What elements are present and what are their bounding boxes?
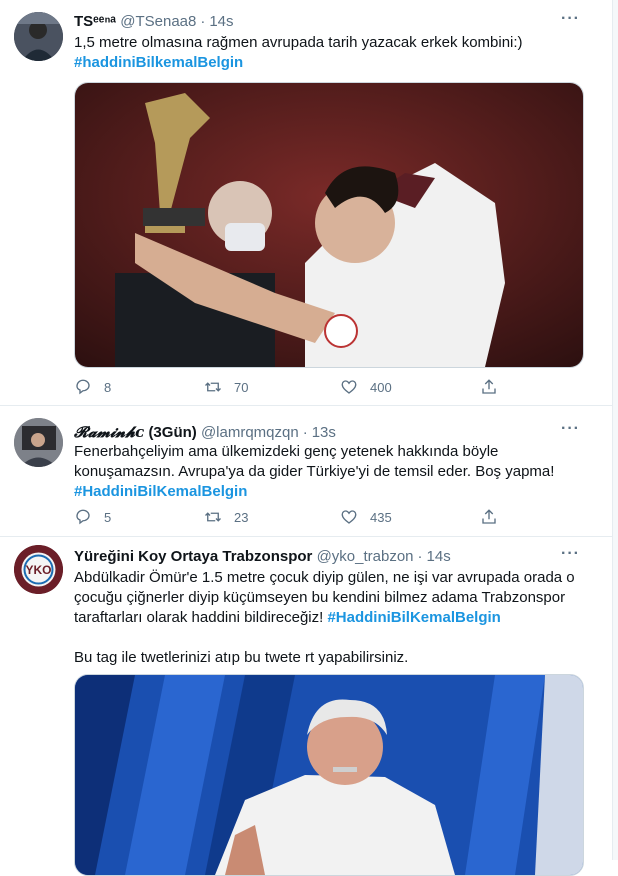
like-button[interactable]: 435 [340,508,392,526]
separator-dot: · [302,424,308,441]
tweet-header: 𝓡𝓪𝓶𝓲𝓷𝓱ᴄ (3Gün) @lamrqmqzqn · 13s [74,422,336,443]
display-name[interactable]: Yüreğini Koy Ortaya Trabzonspor [74,548,312,565]
tweet-text-line: çocuğu çiğnerler diyip küçümseyen bu ken… [74,589,566,606]
reply-icon [76,509,90,525]
tweet-text: Fenerbahçeliyim ama ülkemizdeki genç yet… [74,442,584,502]
share-icon [482,379,496,394]
avatar[interactable] [14,12,63,61]
share-button[interactable] [480,508,510,526]
user-handle[interactable]: @lamrqmqzqn [201,424,299,441]
avatar-logo-text: YKO [25,563,51,577]
avatar[interactable] [14,418,63,467]
tweet-actions: 5 23 435 [74,508,496,528]
more-options-icon[interactable]: ··· [561,10,580,28]
display-name[interactable]: 𝓡𝓪𝓶𝓲𝓷𝓱ᴄ (3Gün) [74,423,197,441]
display-name[interactable]: TSᵉᵉⁿᵃ [74,13,116,30]
timestamp[interactable]: 13s [312,424,336,441]
reply-count: 8 [104,379,112,395]
tweet[interactable]: YKO Yüreğini Koy Ortaya Trabzonspor @yko… [0,537,612,876]
reply-icon [76,379,90,395]
retweet-button[interactable]: 70 [204,378,248,396]
tweet-actions: 8 70 400 [74,378,496,398]
tweet-image[interactable] [74,674,584,876]
reply-button[interactable]: 5 [74,508,111,526]
retweet-icon [205,382,221,392]
scrollbar[interactable] [613,0,618,860]
tweet-text-line: taraftarları olarak haddini bildireceğiz… [74,609,501,626]
share-icon [482,509,496,524]
user-handle[interactable]: @TSenaa8 [120,13,196,30]
retweet-button[interactable]: 23 [204,508,248,526]
heart-icon [341,510,357,524]
avatar[interactable]: YKO [14,545,63,594]
tweet-text-line: Bu tag ile twetlerinizi atıp bu twete rt… [74,649,409,666]
hashtag-link[interactable]: #haddiniBilkemalBelgin [74,53,584,73]
share-button[interactable] [480,378,510,396]
more-options-icon[interactable]: ··· [561,420,580,438]
separator-dot: · [417,548,423,565]
tweet-text-line: 1,5 metre olmasına rağmen avrupada tarih… [74,34,523,51]
tweet-text-line: Abdülkadir Ömür'e 1.5 metre çocuk diyip … [74,569,575,586]
tweet[interactable]: TSᵉᵉⁿᵃ @TSenaa8 · 14s ··· 1,5 metre olması… [0,0,612,406]
heart-icon [341,380,357,394]
like-count: 400 [370,379,392,395]
timestamp[interactable]: 14s [427,548,451,565]
tweet-text-line: konuşamazsın. Avrupa'ya da gider Türkiye… [74,463,555,480]
reply-button[interactable]: 8 [74,378,111,396]
tweet-header: Yüreğini Koy Ortaya Trabzonspor @yko_tra… [74,547,451,567]
separator-dot: · [200,13,206,30]
tweet[interactable]: 𝓡𝓪𝓶𝓲𝓷𝓱ᴄ (3Gün) @lamrqmqzqn · 13s ··· Fener… [0,406,612,537]
tweet-image[interactable] [74,82,584,368]
more-options-icon[interactable]: ··· [561,545,580,563]
tweet-text: Abdülkadir Ömür'e 1.5 metre çocuk diyip … [74,568,584,668]
timestamp[interactable]: 14s [209,13,233,30]
user-handle[interactable]: @yko_trabzon [317,548,414,565]
like-count: 435 [370,509,392,525]
tweet-header: TSᵉᵉⁿᵃ @TSenaa8 · 14s [74,12,234,32]
hashtag-link[interactable]: #HaddiniBilKemalBelgin [74,482,584,502]
retweet-icon [205,512,221,522]
retweet-count: 70 [234,379,249,395]
tweet-text-line: Fenerbahçeliyim ama ülkemizdeki genç yet… [74,443,499,460]
hashtag-link[interactable]: #HaddiniBilKemalBelgin [327,609,500,626]
like-button[interactable]: 400 [340,378,392,396]
tweet-text: 1,5 metre olmasına rağmen avrupada tarih… [74,33,584,73]
reply-count: 5 [104,509,112,525]
retweet-count: 23 [234,509,249,525]
